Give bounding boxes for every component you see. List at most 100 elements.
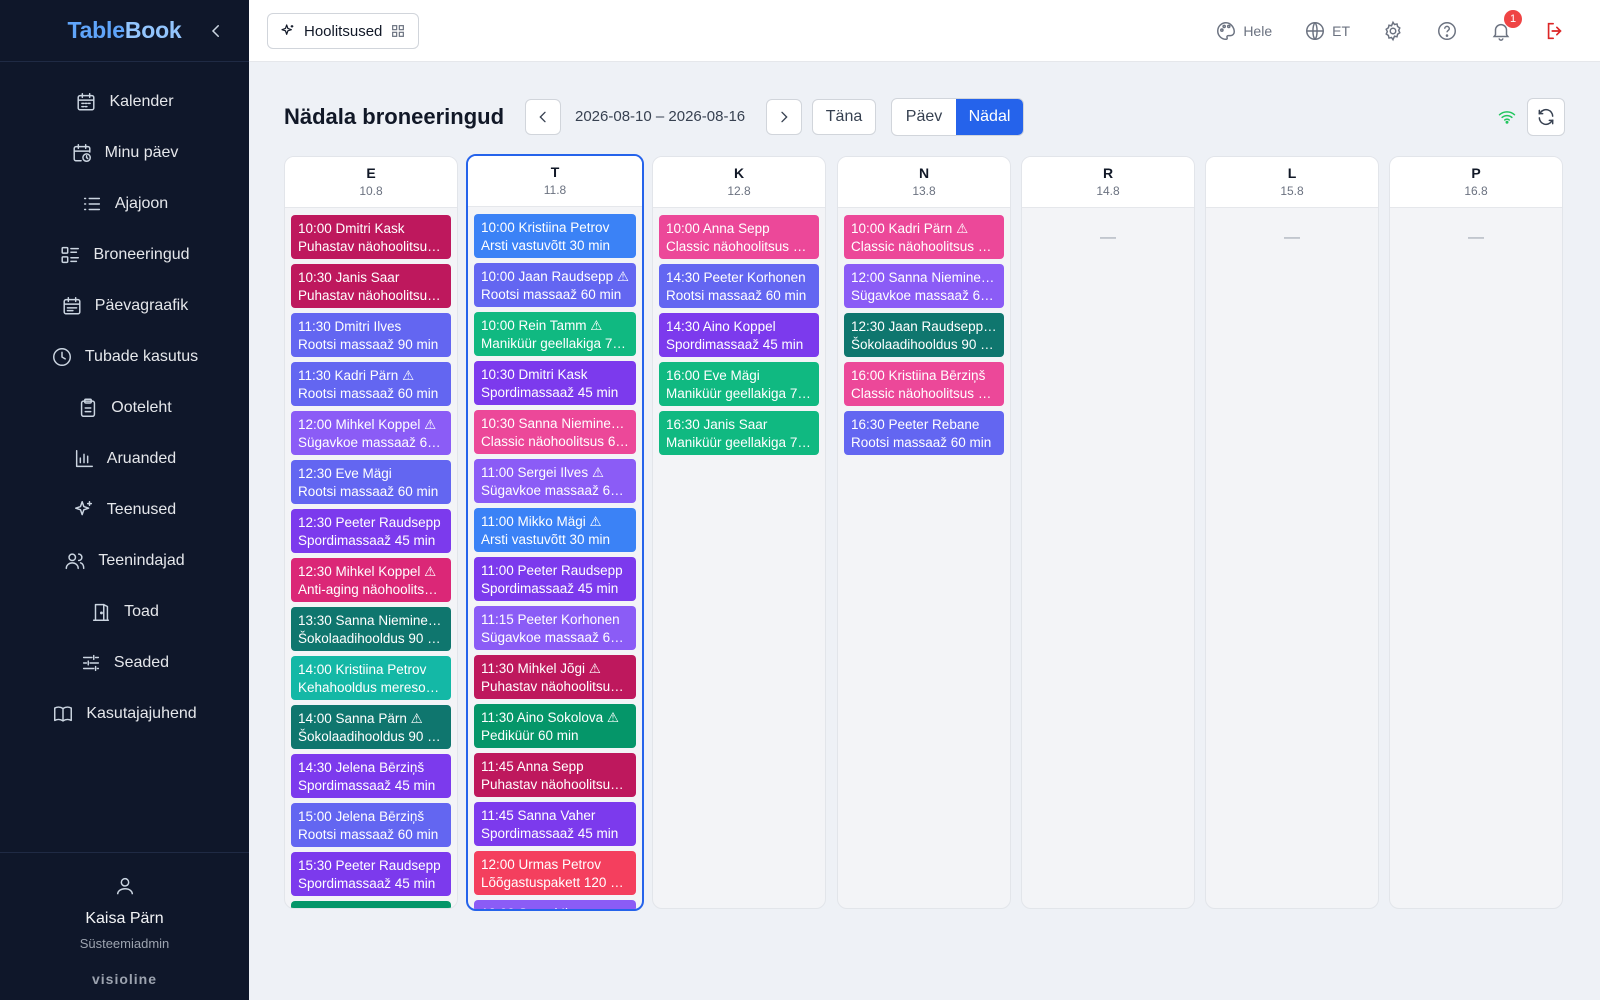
logout-button[interactable] <box>1528 20 1582 42</box>
booking-card[interactable]: 11:45 Anna Sepp Puhastav näohoolitsus 60 … <box>474 753 636 797</box>
sidebar-item-teenindajad[interactable]: Teenindajad <box>0 535 249 586</box>
booking-card[interactable]: 12:30 Eve Mägi Rootsi massaaž 60 min <box>291 460 451 504</box>
booking-card[interactable]: 16:00 Eve Mägi Maniküür geellakiga 75 min <box>659 362 819 406</box>
sidebar-item-minu-päev[interactable]: Minu päev <box>0 127 249 178</box>
day-header[interactable]: L 15.8 <box>1206 157 1378 208</box>
booking-card[interactable]: 11:00 Mikko Mägi ⚠ Arsti vastuvõtt 30 min <box>474 508 636 552</box>
view-week-button[interactable]: Nädal <box>956 99 1023 135</box>
sidebar-item-kalender[interactable]: Kalender <box>0 76 249 127</box>
booking-card[interactable]: 12:00 Urmas Petrov Lõõgastuspakett 120 mi… <box>474 851 636 895</box>
sidebar-item-broneeringud[interactable]: Broneeringud <box>0 229 249 280</box>
sidebar-item-ajajoon[interactable]: Ajajoon <box>0 178 249 229</box>
booking-card[interactable]: 10:30 Sanna Nieminen ⚠ Classic näohoolits… <box>474 410 636 454</box>
booking-time-client: 16:00 Eve Mägi <box>666 368 760 383</box>
booking-card[interactable]: 16:00 Kristiina Bērziņš Classic näohoolit… <box>844 362 1004 406</box>
refresh-button[interactable] <box>1527 98 1565 136</box>
booking-card[interactable]: 10:00 Rein Tamm ⚠ Maniküür geellakiga 75 … <box>474 312 636 356</box>
booking-time-client: 11:00 Peeter Raudsepp <box>481 563 623 578</box>
booking-card[interactable]: 10:00 Kristiina Petrov Arsti vastuvõtt 30… <box>474 214 636 258</box>
sidebar-item-label: Kasutajajuhend <box>86 704 197 722</box>
booking-card[interactable]: 13:30 Sanna Nieminen ⚠ Šokolaadihooldus 9… <box>291 607 451 651</box>
module-switcher[interactable]: Hoolitsused <box>267 13 420 49</box>
booking-service: Maniküür geellakiga 75 min <box>666 434 812 450</box>
day-header[interactable]: P 16.8 <box>1390 157 1562 208</box>
vendor-logo: visioline <box>91 971 158 987</box>
booking-card[interactable]: 16:30 Janis Saar Maniküür geellakiga 75 m… <box>659 411 819 455</box>
sidebar-item-teenused[interactable]: Teenused <box>0 484 249 535</box>
booking-card[interactable]: 10:30 Janis Saar Puhastav näohoolitsus 60… <box>291 264 451 308</box>
booking-card[interactable]: 15:30 Peeter Raudsepp Spordimassaaž 45 mi… <box>291 852 451 896</box>
booking-card[interactable]: 12:00 Mihkel Koppel ⚠ Sügavkoe massaaž 60… <box>291 411 451 455</box>
notifications-button[interactable]: 1 <box>1474 10 1528 42</box>
booking-card[interactable]: 12:00 Sergei IlvesSügavkoe massaaž 60 mi… <box>474 900 636 909</box>
settings-button[interactable] <box>1366 20 1420 42</box>
booking-card[interactable]: 11:30 Kadri Pärn ⚠ Rootsi massaaž 60 min <box>291 362 451 406</box>
booking-card[interactable]: 11:00 Peeter Raudsepp Spordimassaaž 45 mi… <box>474 557 636 601</box>
booking-time-client: 11:30 Kadri Pärn ⚠ <box>298 368 415 383</box>
day-header[interactable]: E 10.8 <box>285 157 457 208</box>
booking-card[interactable]: 11:15 Peeter Korhonen Sügavkoe massaaž 60… <box>474 606 636 650</box>
book-icon <box>54 705 73 722</box>
view-day-button[interactable]: Päev <box>892 99 956 135</box>
sidebar-item-label: Toad <box>124 602 159 620</box>
booking-time-client: 10:30 Sanna Nieminen ⚠ <box>481 416 629 431</box>
booking-card[interactable]: 10:30 Dmitri Kask Spordimassaaž 45 min <box>474 361 636 405</box>
sidebar-nav: Kalender Minu päev Ajajoon Broneeringud Päev… <box>0 62 249 739</box>
day-bookings: 10:00 Kadri Pärn ⚠ Classic näohoolitsus 6… <box>838 208 1010 455</box>
gear-icon <box>1385 20 1401 42</box>
page-title: Nädala broneeringud <box>284 104 505 129</box>
booking-card[interactable]: 10:00 Jaan Raudsepp ⚠ Rootsi massaaž 60 m… <box>474 263 636 307</box>
day-date: 16.8 <box>1464 184 1488 198</box>
booking-time-client: 11:30 Dmitri Ilves <box>298 319 402 334</box>
booking-card[interactable]: 16:00 Aino SeppManiküür geellakiga 75 mi… <box>291 901 451 908</box>
sidebar-item-label: Tubade kasutus <box>84 347 199 365</box>
sidebar-item-label: Päevagraafik <box>94 296 189 314</box>
sidebar-item-aruanded[interactable]: Aruanded <box>0 433 249 484</box>
booking-service: Sügavkoe massaaž 60 min <box>298 434 444 450</box>
booking-card[interactable]: 16:30 Peeter Rebane Rootsi massaaž 60 min <box>844 411 1004 455</box>
booking-card[interactable]: 14:30 Peeter Korhonen Rootsi massaaž 60 m… <box>659 264 819 308</box>
booking-card[interactable]: 11:30 Mihkel Jõgi ⚠ Puhastav näohoolitsus… <box>474 655 636 699</box>
booking-card[interactable]: 12:30 Mihkel Koppel ⚠ Anti-aging näohooli… <box>291 558 451 602</box>
booking-card[interactable]: 11:30 Dmitri Ilves Rootsi massaaž 90 min <box>291 313 451 357</box>
help-icon <box>1438 22 1456 40</box>
day-header[interactable]: K 12.8 <box>653 157 825 208</box>
booking-time-client: 16:00 Kristiina Bērziņš <box>851 368 986 383</box>
next-week-button[interactable] <box>766 99 802 135</box>
booking-card[interactable]: 12:00 Sanna Nieminen ⚠ Sügavkoe massaaž 6… <box>844 264 1004 308</box>
sidebar-item-seaded[interactable]: Seaded <box>0 637 249 688</box>
sidebar-item-toad[interactable]: Toad <box>0 586 249 637</box>
booking-card[interactable]: 12:30 Peeter Raudsepp Spordimassaaž 45 mi… <box>291 509 451 553</box>
prev-week-button[interactable] <box>525 99 561 135</box>
booking-card[interactable]: 14:00 Kristiina Petrov Kehahooldus mereso… <box>291 656 451 700</box>
brand-logo[interactable]: TableBook <box>67 17 181 44</box>
sidebar-item-kasutajajuhend[interactable]: Kasutajajuhend <box>0 688 249 739</box>
booking-card[interactable]: 11:30 Aino Sokolova ⚠ Pediküür 60 min <box>474 704 636 748</box>
day-header[interactable]: R 14.8 <box>1022 157 1194 208</box>
booking-card[interactable]: 11:45 Sanna Vaher Spordimassaaž 45 min <box>474 802 636 846</box>
language-selector[interactable]: ET <box>1288 20 1366 42</box>
booking-card[interactable]: 14:00 Sanna Pärn ⚠ Šokolaadihooldus 90 mi… <box>291 705 451 749</box>
booking-card[interactable]: 10:00 Anna Sepp Classic näohoolitsus 60 m… <box>659 215 819 259</box>
day-name: R <box>1102 165 1114 181</box>
day-bookings: 10:00 Anna Sepp Classic näohoolitsus 60 m… <box>653 208 825 455</box>
globe-icon <box>1306 22 1325 40</box>
day-header[interactable]: T 11.8 <box>468 156 642 207</box>
booking-card[interactable]: 10:00 Dmitri Kask Puhastav näohoolitsus 6… <box>291 215 451 259</box>
help-button[interactable] <box>1420 20 1474 42</box>
booking-card[interactable]: 11:00 Sergei Ilves ⚠ Sügavkoe massaaž 60 … <box>474 459 636 503</box>
sidebar-item-päevagraafik[interactable]: Päevagraafik <box>0 280 249 331</box>
booking-card[interactable]: 10:00 Kadri Pärn ⚠ Classic näohoolitsus 6… <box>844 215 1004 259</box>
sidebar-item-tubade-kasutus[interactable]: Tubade kasutus <box>0 331 249 382</box>
theme-toggle[interactable]: Hele <box>1199 20 1288 42</box>
booking-card[interactable]: 15:00 Jelena Bērziņš Rootsi massaaž 60 mi… <box>291 803 451 847</box>
booking-service: Šokolaadihooldus 90 min <box>298 630 444 646</box>
sidebar-item-ooteleht[interactable]: Ooteleht <box>0 382 249 433</box>
booking-card[interactable]: 14:30 Aino Koppel Spordimassaaž 45 min <box>659 313 819 357</box>
collapse-sidebar-button[interactable] <box>205 20 227 42</box>
today-button[interactable]: Täna <box>812 99 876 135</box>
day-header[interactable]: N 13.8 <box>838 157 1010 208</box>
day-name: N <box>918 165 930 181</box>
booking-card[interactable]: 14:30 Jelena Bērziņš Spordimassaaž 45 min <box>291 754 451 798</box>
booking-card[interactable]: 12:30 Jaan Raudsepp ⚠ Šokolaadihooldus 90… <box>844 313 1004 357</box>
